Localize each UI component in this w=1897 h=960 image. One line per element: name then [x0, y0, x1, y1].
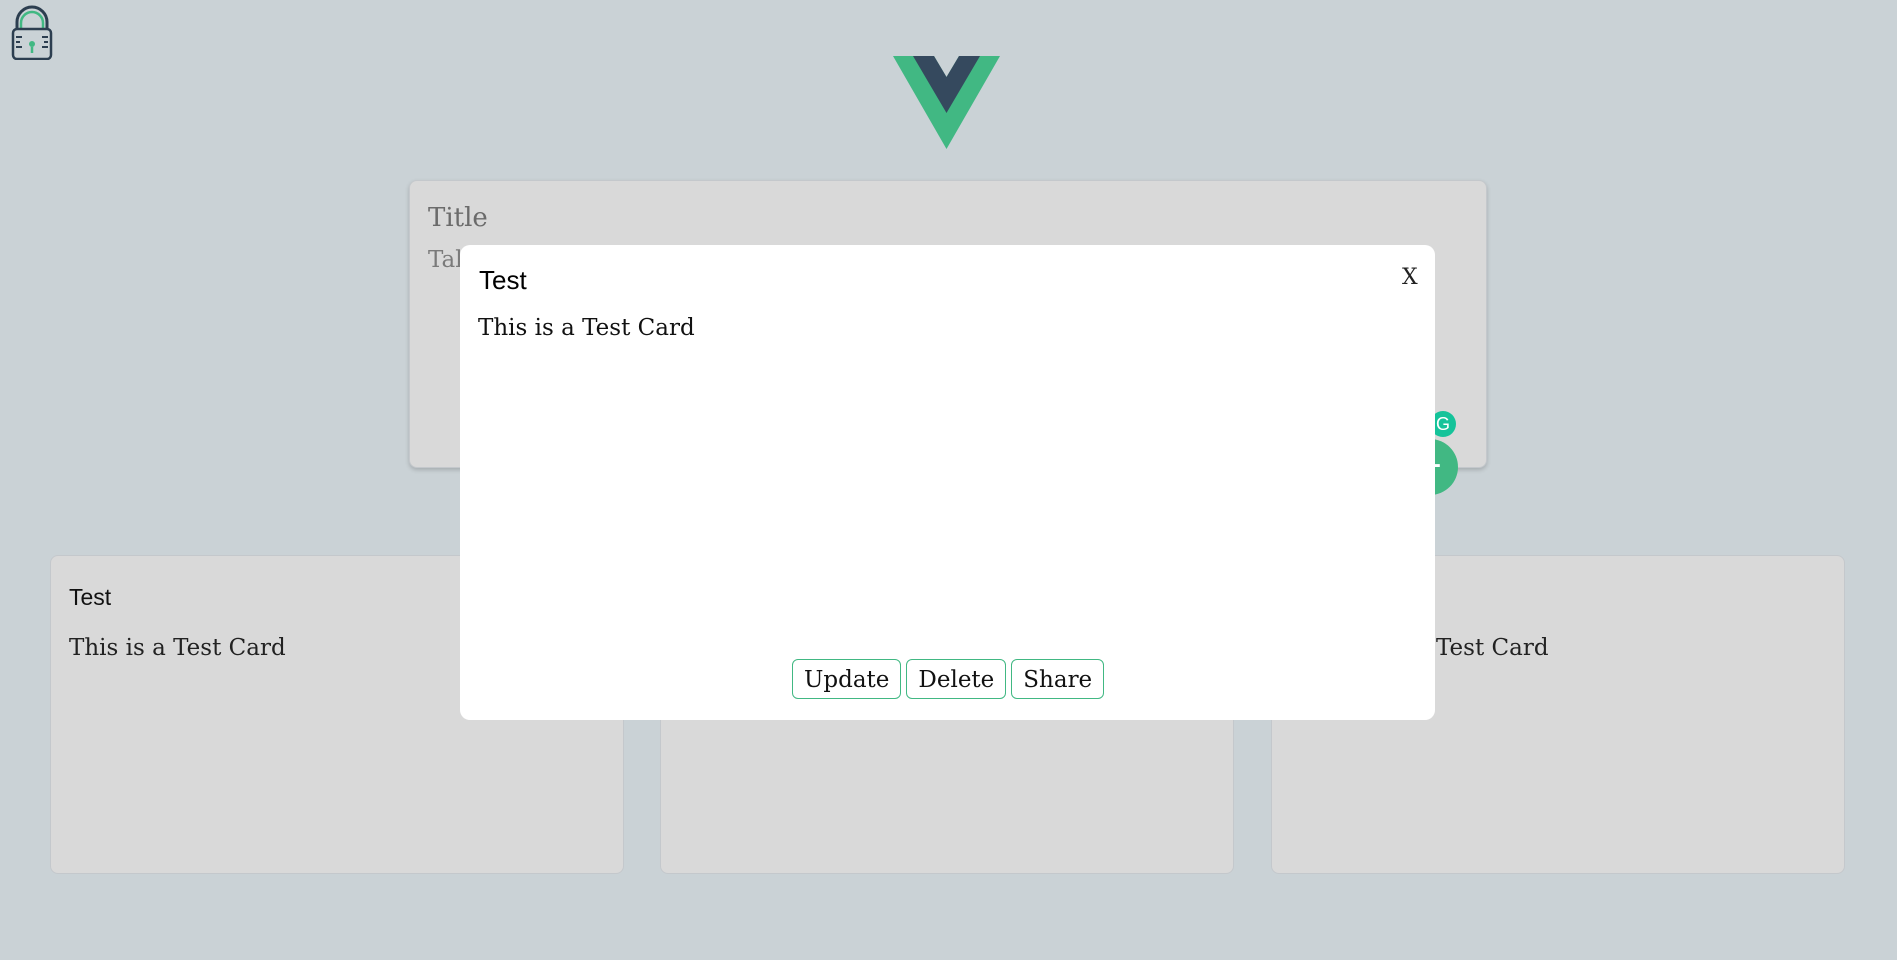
note-modal: Test X This is a Test Card Update Delete… [460, 245, 1435, 720]
title-input[interactable]: Title [428, 203, 488, 233]
modal-actions: Update Delete Share [792, 659, 1105, 699]
vue-logo [893, 56, 1000, 149]
delete-button[interactable]: Delete [906, 659, 1007, 699]
lock-icon[interactable] [10, 4, 54, 61]
card-body: Test Card [1436, 635, 1549, 661]
modal-title: Test [479, 265, 527, 295]
card-body: This is a Test Card [69, 635, 286, 661]
share-button[interactable]: Share [1011, 659, 1105, 699]
update-button[interactable]: Update [792, 659, 902, 699]
app-page: Title Tak G + Test This is a Test Card T… [0, 0, 1897, 960]
card-title: Test [69, 584, 112, 610]
close-button[interactable]: X [1402, 265, 1418, 290]
modal-body: This is a Test Card [478, 315, 695, 341]
